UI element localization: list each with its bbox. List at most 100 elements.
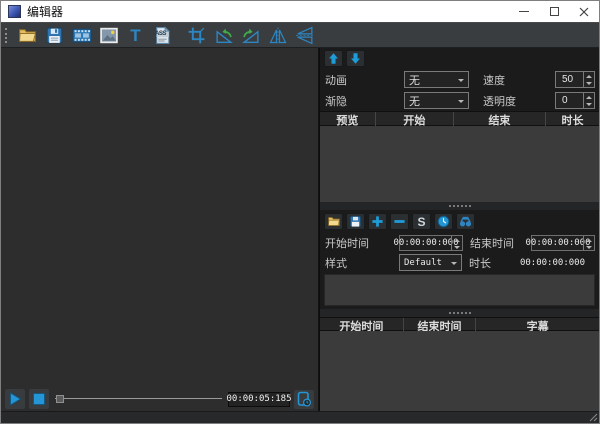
search-subtitle-button[interactable] (456, 213, 475, 230)
add-image-button[interactable] (97, 24, 120, 47)
minus-icon (393, 215, 406, 228)
spin-up-icon[interactable] (584, 72, 594, 80)
end-time-spin-buttons (583, 236, 594, 250)
time-lock-button[interactable] (294, 390, 314, 409)
speed-value: 50 (562, 74, 573, 85)
style-row: 样式 Default 时长 00:00:00:000 (320, 254, 599, 271)
toolbar-grip-handle[interactable] (5, 28, 8, 43)
spin-down-icon[interactable] (584, 244, 594, 252)
speed-spinbox[interactable]: 50 (555, 71, 595, 88)
style-value: Default (404, 258, 442, 268)
resize-grip-icon[interactable] (588, 412, 598, 422)
style-manager-button[interactable]: S (412, 213, 431, 230)
animation-label: 动画 (325, 72, 404, 88)
set-time-button[interactable] (434, 213, 453, 230)
time-lock-icon (296, 391, 312, 407)
duration-label: 时长 (469, 255, 491, 271)
start-time-label: 开始时间 (325, 235, 399, 251)
editor-window: 编辑器 (0, 0, 600, 424)
opacity-spin-buttons (583, 93, 594, 108)
spin-down-icon[interactable] (584, 80, 594, 88)
end-time-value: 00:00:00:000 (525, 238, 590, 248)
subtitle-save-button[interactable] (346, 213, 365, 230)
subtitle-text-input[interactable] (324, 274, 595, 306)
subtitle-toolbar: S (320, 211, 599, 232)
minimize-icon (519, 11, 529, 12)
start-time-spin-buttons (451, 236, 462, 250)
spin-down-icon[interactable] (452, 244, 462, 252)
open-file-button[interactable] (16, 24, 39, 47)
folder-open-icon (327, 215, 341, 228)
stop-button[interactable] (29, 389, 49, 409)
crop-icon (187, 26, 206, 45)
rotate-right-icon (241, 26, 261, 45)
move-up-button[interactable] (324, 50, 343, 67)
save-file-button[interactable] (43, 24, 66, 47)
panel-splitter-lower[interactable] (320, 309, 599, 317)
main-toolbar: T ASS (1, 23, 599, 48)
spin-up-icon[interactable] (584, 93, 594, 101)
play-icon (7, 391, 23, 407)
flip-vertical-button[interactable] (293, 24, 316, 47)
folder-open-icon (18, 26, 37, 45)
add-text-button[interactable]: T (124, 24, 147, 47)
animation-select[interactable]: 无 (404, 71, 469, 88)
flip-horizontal-button[interactable] (266, 24, 289, 47)
spin-down-icon[interactable] (584, 101, 594, 109)
style-select[interactable]: Default (399, 254, 462, 271)
ass-icon-label: ASS (155, 31, 166, 37)
spin-up-icon[interactable] (584, 236, 594, 244)
effects-table-body[interactable] (320, 126, 599, 202)
add-subtitle-button[interactable] (368, 213, 387, 230)
app-icon (8, 5, 21, 18)
status-strip (1, 411, 599, 423)
style-s-icon: S (417, 215, 425, 229)
subtitles-table-header: 开始时间 结束时间 字幕 (320, 317, 599, 331)
save-floppy-icon (349, 215, 362, 228)
rotate-right-button[interactable] (239, 24, 262, 47)
playback-time-display: 00:00:05:185 (228, 392, 290, 407)
move-down-button[interactable] (346, 50, 365, 67)
seek-slider[interactable] (55, 393, 222, 405)
subtitles-table-body[interactable] (320, 331, 599, 411)
animation-value: 无 (409, 72, 420, 88)
video-preview-area: 00:00:05:185 (1, 48, 319, 411)
fade-select[interactable]: 无 (404, 92, 469, 109)
subtitle-open-button[interactable] (324, 213, 343, 230)
close-button[interactable] (569, 1, 599, 22)
opacity-spinbox[interactable]: 0 (555, 92, 595, 109)
open-ass-subtitle-button[interactable]: ASS (151, 24, 174, 47)
panel-splitter-upper[interactable] (320, 202, 599, 210)
fade-value: 无 (409, 93, 420, 109)
opacity-label: 透明度 (483, 93, 555, 109)
remove-subtitle-button[interactable] (390, 213, 409, 230)
crop-button[interactable] (185, 24, 208, 47)
maximize-button[interactable] (539, 1, 569, 22)
subtitle-control-panel: 动画 无 速度 50 渐隐 无 透明度 0 (319, 48, 599, 411)
flip-vertical-icon (295, 26, 315, 45)
effect-move-buttons (320, 48, 599, 69)
play-button[interactable] (5, 389, 25, 409)
image-icon (99, 26, 119, 45)
window-controls (509, 1, 599, 22)
rotate-left-icon (214, 26, 234, 45)
binoculars-icon (459, 215, 472, 228)
fade-row: 渐隐 无 透明度 0 (320, 90, 599, 111)
seek-slider-handle[interactable] (56, 395, 64, 403)
open-video-button[interactable] (70, 24, 93, 47)
start-time-spinbox[interactable]: 00:00:00:000 (399, 235, 463, 251)
end-time-label: 结束时间 (470, 235, 531, 251)
fade-label: 渐隐 (325, 93, 404, 109)
end-time-spinbox[interactable]: 00:00:00:000 (531, 235, 595, 251)
duration-value: 00:00:00:000 (520, 258, 585, 268)
plus-icon (371, 215, 384, 228)
filmstrip-icon (72, 26, 92, 45)
effects-table-header: 预览 开始 结束 时长 (320, 111, 599, 126)
splitter-handle-icon (449, 205, 471, 207)
splitter-handle-icon (449, 312, 471, 314)
start-time-value: 00:00:00:000 (393, 238, 458, 248)
spin-up-icon[interactable] (452, 236, 462, 244)
close-icon (579, 7, 589, 17)
rotate-left-button[interactable] (212, 24, 235, 47)
minimize-button[interactable] (509, 1, 539, 22)
